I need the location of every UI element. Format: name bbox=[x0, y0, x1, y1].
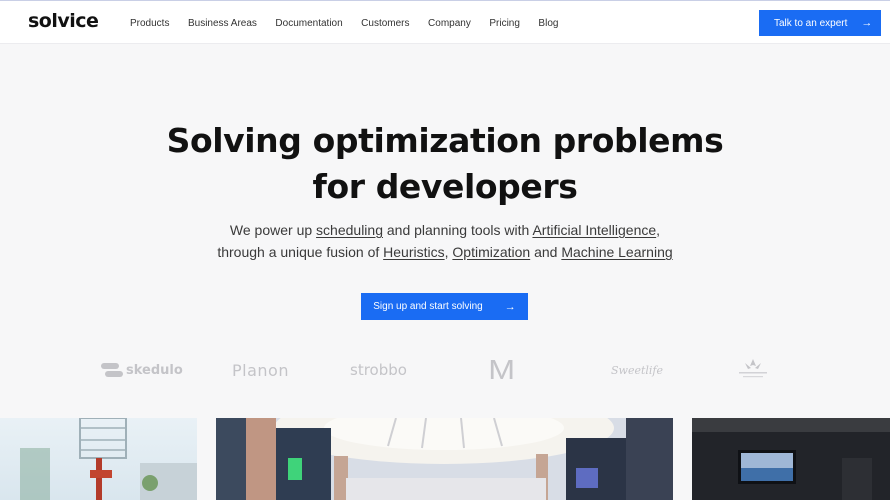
hero-sub-text: We power up bbox=[229, 222, 317, 238]
nav-products[interactable]: Products bbox=[130, 18, 169, 29]
main-nav: Products Business Areas Documentation Cu… bbox=[130, 18, 577, 29]
hero-sub-text: through a unique fusion of bbox=[217, 244, 384, 260]
customer-logos: skedulo Planon strobbo M Sweetlife bbox=[0, 354, 890, 385]
industrial-photo-art bbox=[20, 418, 197, 500]
control-room-photo-art bbox=[692, 418, 890, 500]
script-brand-wordmark: Sweetlife bbox=[611, 363, 664, 377]
nav-pricing[interactable]: Pricing bbox=[489, 18, 520, 29]
site-header: solvice Products Business Areas Document… bbox=[0, 1, 890, 44]
nav-business-areas[interactable]: Business Areas bbox=[188, 18, 257, 29]
mcdonalds-logo: M bbox=[488, 354, 516, 385]
planon-logo: Planon bbox=[232, 355, 289, 385]
industrial-photo bbox=[0, 418, 197, 500]
link-optimization[interactable]: Optimization bbox=[452, 244, 530, 260]
planon-wordmark: Planon bbox=[232, 360, 289, 380]
strobbo-wordmark: strobbo bbox=[350, 361, 407, 379]
mall-photo-art bbox=[216, 418, 673, 500]
nav-documentation[interactable]: Documentation bbox=[275, 18, 342, 29]
hero-sub-text: , bbox=[656, 222, 661, 238]
hero-title: Solving optimization problems for develo… bbox=[0, 118, 890, 210]
link-scheduling[interactable]: scheduling bbox=[316, 222, 383, 238]
arrow-right-icon: → bbox=[861, 17, 873, 29]
talk-to-expert-label: Talk to an expert bbox=[774, 17, 848, 29]
hero-sub-text: and planning tools with bbox=[382, 222, 533, 238]
hero-sub-text: and bbox=[530, 244, 562, 260]
link-machine-learning[interactable]: Machine Learning bbox=[561, 244, 672, 260]
signup-button[interactable]: Sign up and start solving → bbox=[361, 293, 528, 320]
link-artificial-intelligence[interactable]: Artificial Intelligence bbox=[532, 222, 656, 238]
script-brand-logo: Sweetlife bbox=[611, 355, 663, 385]
crest-icon bbox=[739, 359, 767, 378]
arrow-right-icon: → bbox=[504, 300, 516, 313]
talk-to-expert-button[interactable]: Talk to an expert → bbox=[759, 10, 881, 36]
nav-blog[interactable]: Blog bbox=[538, 18, 558, 29]
signup-label: Sign up and start solving bbox=[373, 301, 483, 312]
hero-title-line2: for developers bbox=[312, 167, 578, 206]
brand-logo[interactable]: solvice bbox=[28, 10, 99, 32]
link-heuristics[interactable]: Heuristics bbox=[383, 244, 444, 260]
control-room-photo bbox=[692, 418, 890, 500]
mall-photo bbox=[216, 418, 673, 500]
nav-customers[interactable]: Customers bbox=[361, 18, 409, 29]
crest-logo bbox=[731, 355, 775, 385]
strobbo-logo: strobbo bbox=[350, 355, 407, 385]
skedulo-mark-icon bbox=[101, 363, 123, 377]
skedulo-wordmark: skedulo bbox=[126, 362, 183, 378]
hero-title-line1: Solving optimization problems bbox=[166, 121, 724, 160]
mcdonalds-wordmark: M bbox=[488, 354, 516, 385]
nav-company[interactable]: Company bbox=[428, 18, 471, 29]
hero-subtitle: We power up scheduling and planning tool… bbox=[0, 219, 890, 263]
skedulo-logo: skedulo bbox=[101, 355, 183, 385]
